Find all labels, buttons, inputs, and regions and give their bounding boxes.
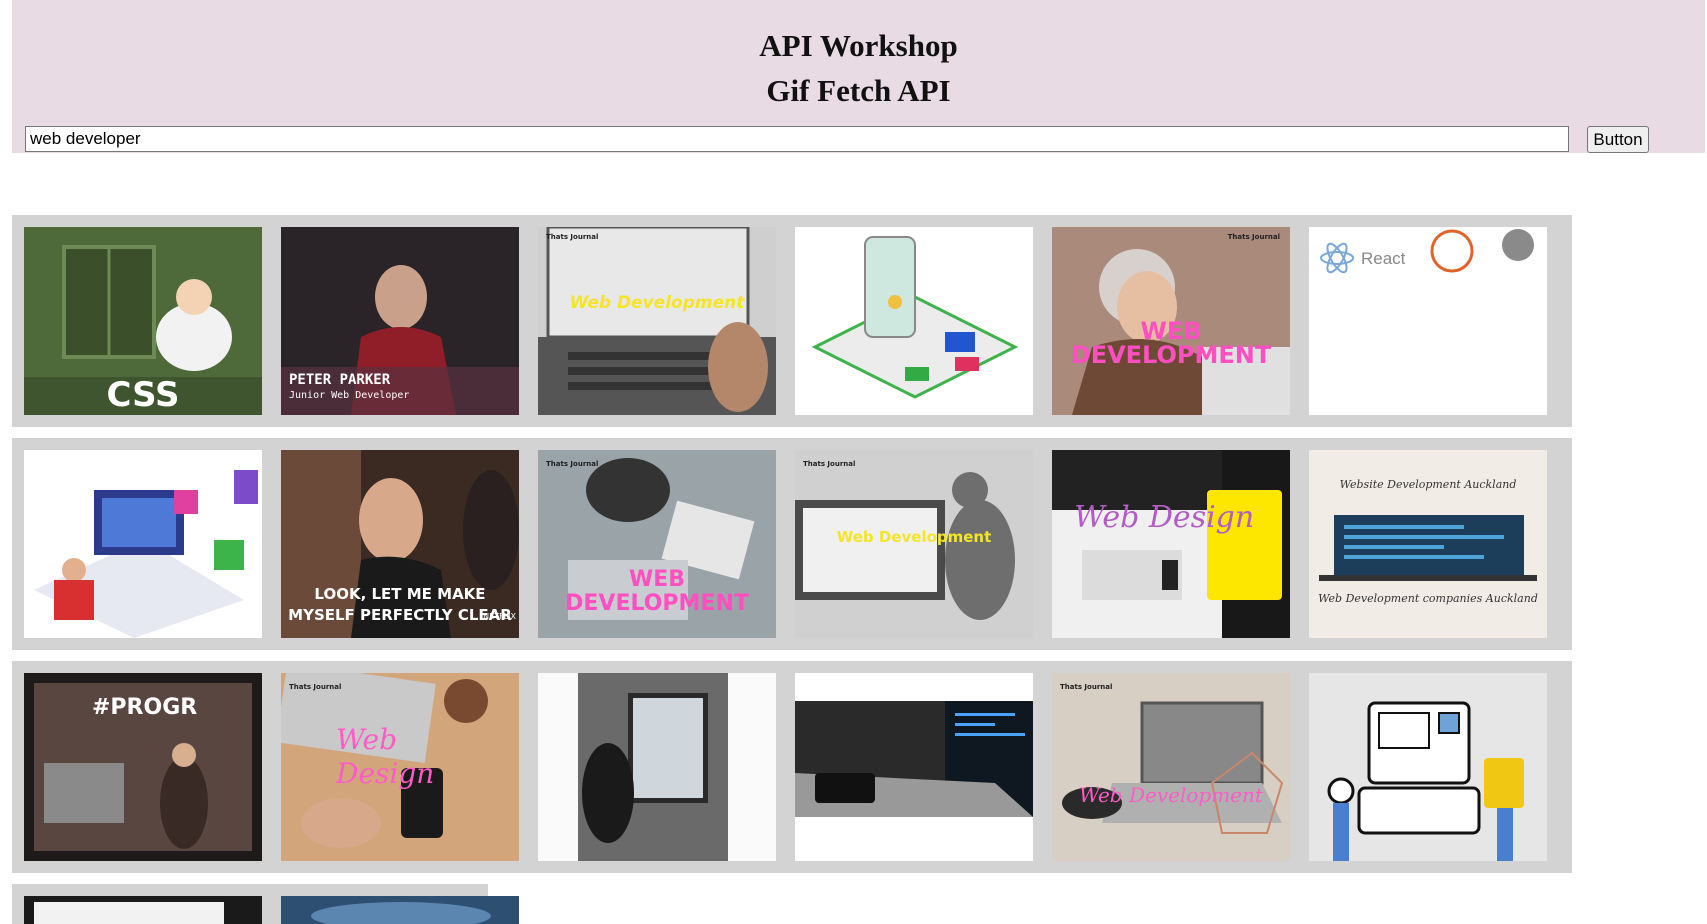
gif-tile[interactable]: #PROGR [24,673,262,861]
gif-watermark: Thats Journal [546,233,599,241]
gif-tile[interactable] [24,450,262,638]
gif-tile[interactable]: Thats Journal WEB DEVELOPMENT [538,450,776,638]
search-button[interactable]: Button [1587,126,1649,153]
page-title: API Workshop [759,28,958,63]
gif-row: #PROGR Thats Journal Web Design Thats Jo… [12,661,1572,873]
gif-row [12,884,519,924]
page-header: API Workshop Gif Fetch API web developer… [12,0,1705,153]
gif-caption: LOOK, LET ME MAKE [314,585,486,603]
gif-caption: #PROGR [92,695,198,720]
gif-tile[interactable]: Thats Journal Web Design [281,673,519,861]
gif-caption: PETER PARKER [289,372,391,388]
page-subtitle: Gif Fetch API [766,73,951,108]
gif-tile[interactable] [24,896,262,924]
netflix-badge: NETFLIX [483,612,516,621]
gif-row: LOOK, LET ME MAKE MYSELF PERFECTLY CLEAR… [12,438,1572,650]
gif-caption: Website Development Auckland [1339,478,1517,491]
gif-tile[interactable]: CSS [24,227,262,415]
gif-row: CSS PETER PARKER Junior Web Developer Th… [12,215,1572,427]
gif-tile[interactable] [281,896,519,924]
gif-watermark: Thats Journal [1227,233,1280,241]
search-input[interactable]: web developer [25,126,1569,152]
gif-tile[interactable]: LOOK, LET ME MAKE MYSELF PERFECTLY CLEAR… [281,450,519,638]
gif-caption: React [1361,249,1406,268]
gif-tile[interactable]: React [1309,227,1547,415]
gif-caption: Web Design [1074,500,1255,535]
gif-watermark: Thats Journal [1060,683,1113,691]
gif-tile[interactable] [538,673,776,861]
gif-tile[interactable]: Thats Journal Web Development [538,227,776,415]
gif-tile[interactable] [1309,673,1547,861]
gif-caption: WEB DEVELOPMENT [565,567,749,616]
gif-tile[interactable]: Thats Journal WEB DEVELOPMENT [1052,227,1290,415]
gif-watermark: Thats Journal [546,460,599,468]
gif-subcaption: Web Development companies Auckland [1318,592,1538,605]
gif-caption: Web Development [569,293,745,313]
gif-tile[interactable]: Thats Journal Web Development [795,450,1033,638]
gif-subcaption: Junior Web Developer [289,390,410,401]
gif-tile[interactable]: Website Development Auckland Web Develop… [1309,450,1547,638]
gif-tile[interactable] [795,227,1033,415]
gif-tile[interactable]: Thats Journal Web Development [1052,673,1290,861]
gif-caption: Web Design [336,723,435,790]
gif-watermark: Thats Journal [289,683,342,691]
gif-caption: Web Development [1079,783,1263,807]
gif-watermark: Thats Journal [803,460,856,468]
gif-caption: CSS [106,375,180,415]
gif-caption: WEB DEVELOPMENT [1070,317,1272,369]
gif-tile[interactable]: PETER PARKER Junior Web Developer [281,227,519,415]
gif-tile[interactable] [795,673,1033,861]
gif-caption: Web Development [836,528,992,546]
gif-tile[interactable]: Web Design [1052,450,1290,638]
